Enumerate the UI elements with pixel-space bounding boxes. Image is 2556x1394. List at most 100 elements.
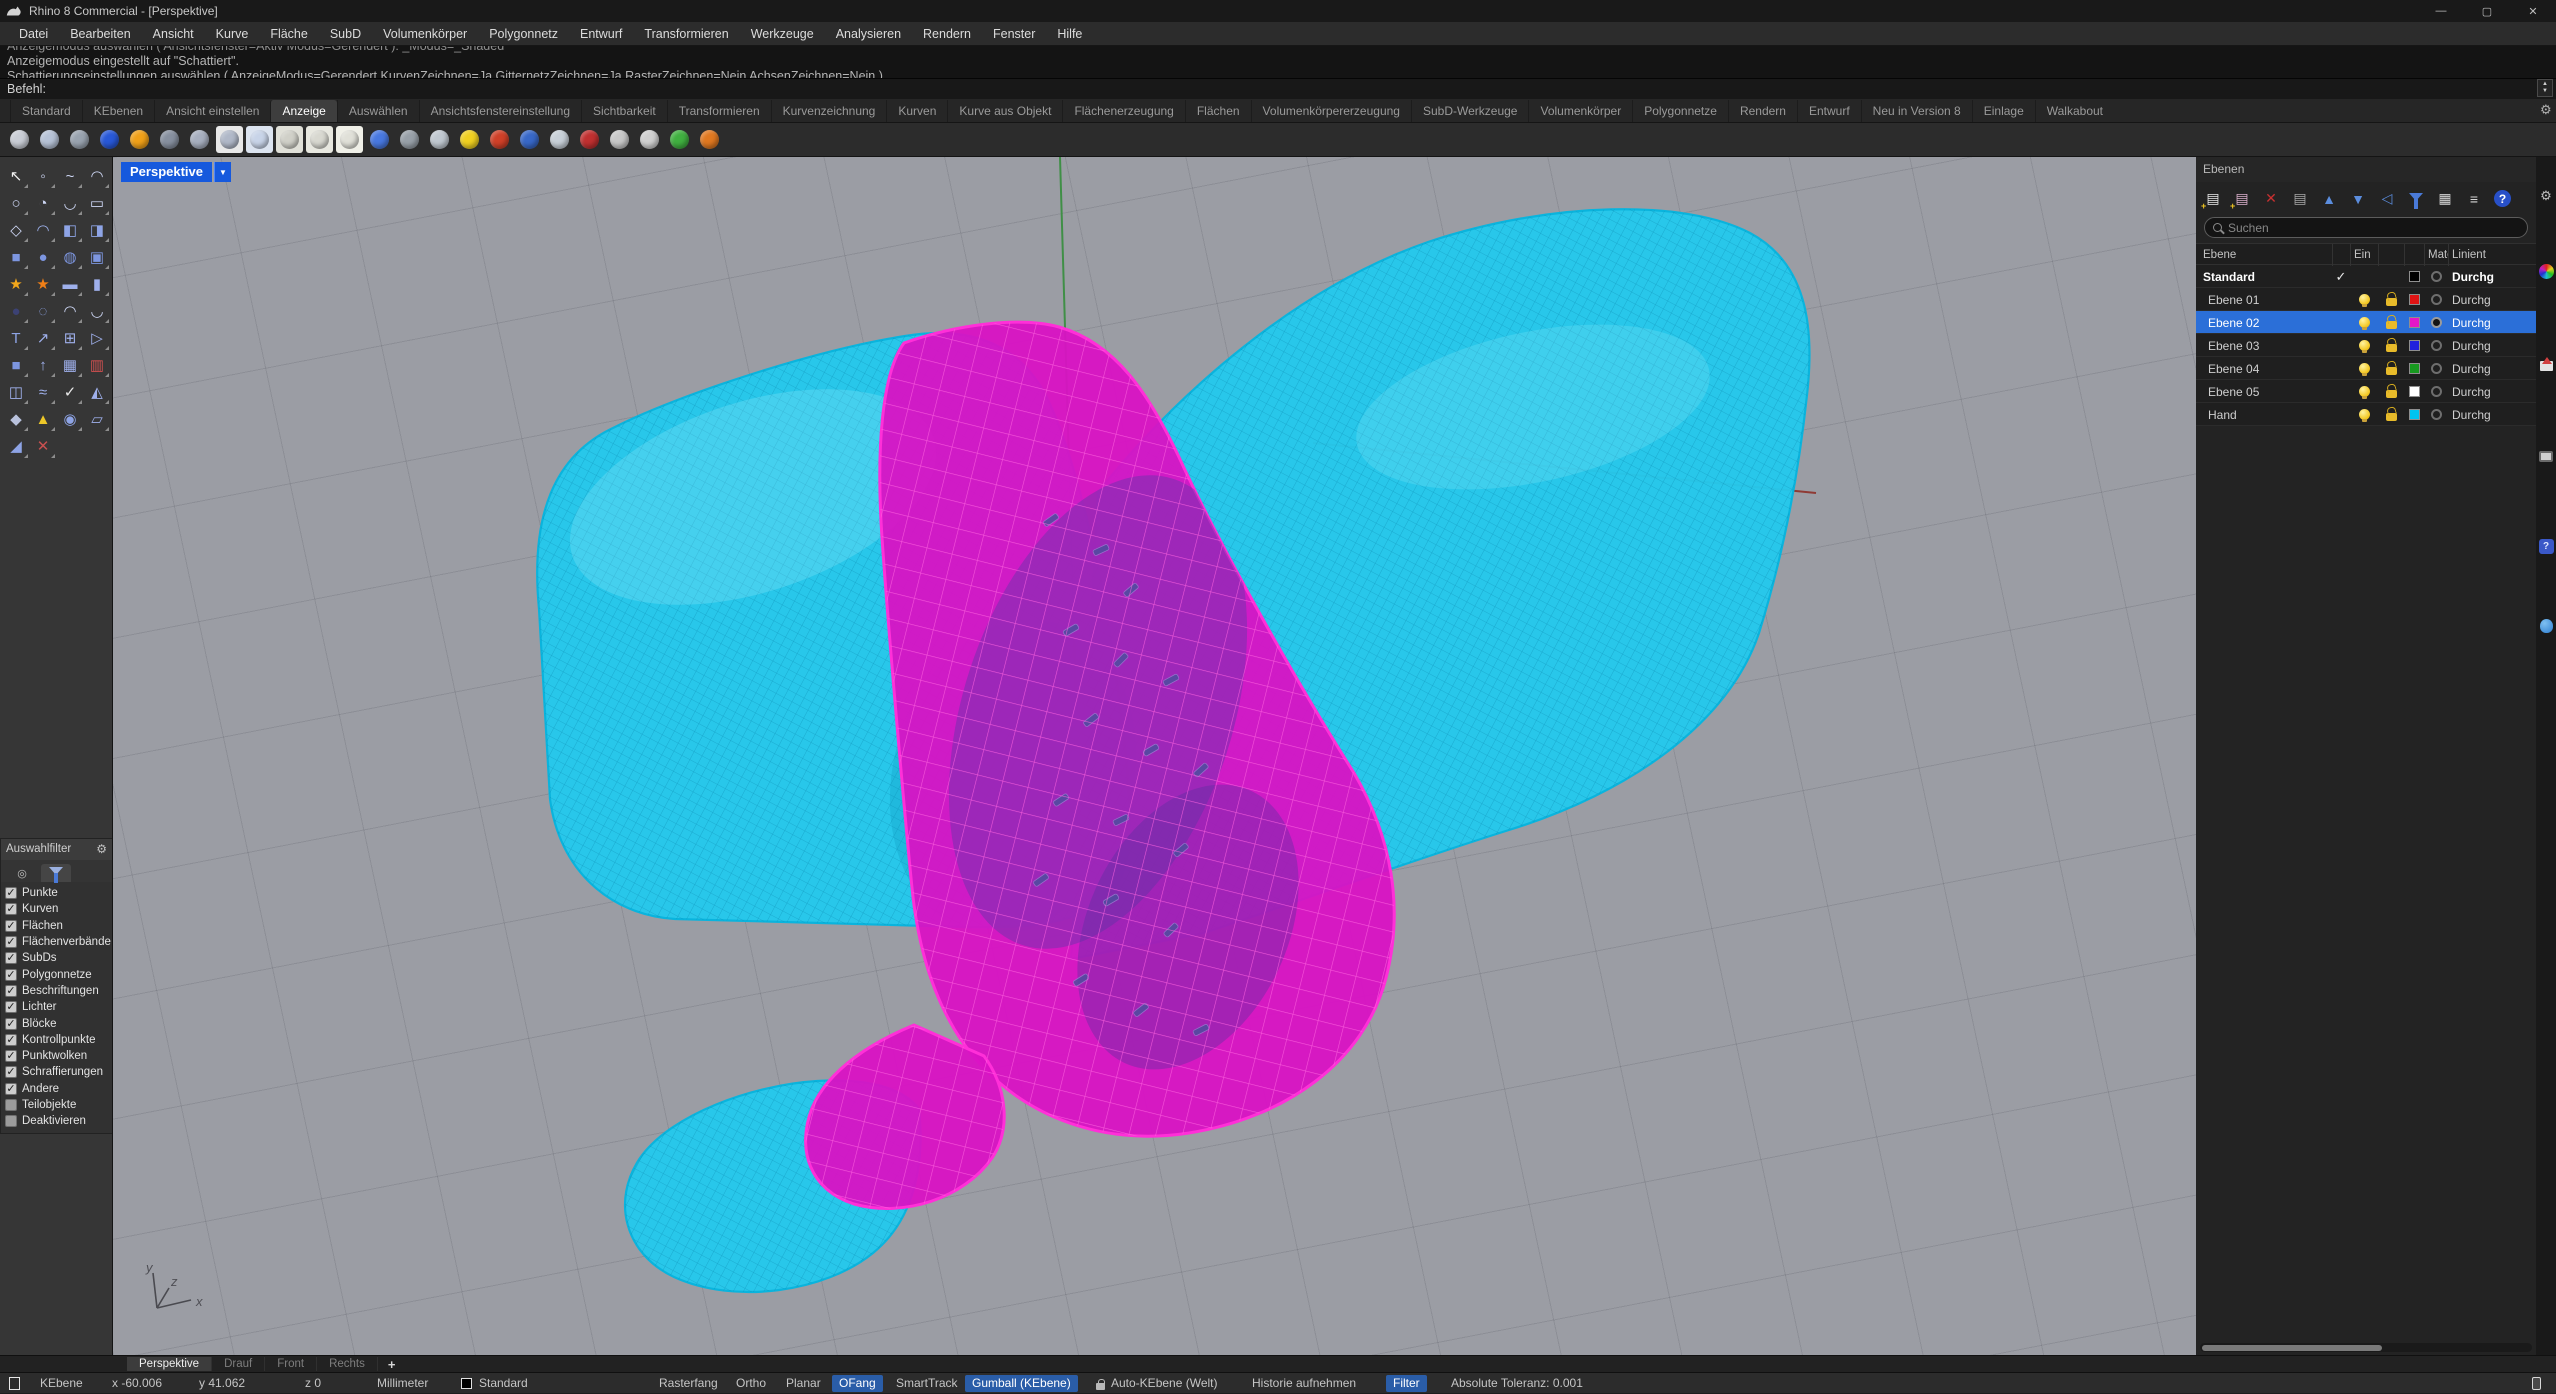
ghosted-mode-icon[interactable] <box>156 126 183 153</box>
toggle-smarttrack[interactable]: SmartTrack <box>896 1373 958 1394</box>
checkbox[interactable] <box>5 920 17 932</box>
filter-checkbox-row[interactable]: Punkte <box>5 885 112 901</box>
rebuild-icon[interactable]: ◠ <box>57 298 83 324</box>
extrude-icon[interactable]: ↑ <box>30 352 56 378</box>
command-prompt[interactable]: Befehl: <box>0 78 2556 99</box>
technical-mode-icon[interactable] <box>216 126 243 153</box>
viewport-title[interactable]: Perspektive <box>121 162 212 182</box>
materials-panel-tab-icon[interactable] <box>2537 617 2555 635</box>
point-icon[interactable]: ◦ <box>30 163 56 189</box>
display-panel-tab-icon[interactable] <box>2537 447 2555 465</box>
layer-color-swatch[interactable] <box>2409 271 2420 282</box>
surface-edit-icon[interactable]: ◨ <box>84 217 110 243</box>
move-up-icon[interactable]: ▲ <box>2318 188 2340 210</box>
toggle-rasterfang[interactable]: Rasterfang <box>659 1373 718 1394</box>
menu-item[interactable]: Volumenkörper <box>372 22 478 46</box>
filter-funnel-icon[interactable] <box>41 864 71 882</box>
filter-checkbox-row[interactable]: Flächen <box>5 918 112 934</box>
minimize-button[interactable]: — <box>2418 0 2464 22</box>
toolbar-tab[interactable]: Kurvenzeichnung <box>771 100 887 122</box>
checkbox[interactable] <box>5 903 17 915</box>
menu-item[interactable]: SubD <box>319 22 372 46</box>
material-icon[interactable] <box>2431 340 2442 351</box>
filter-checkbox-row[interactable]: Polygonnetze <box>5 966 112 982</box>
layer-color-swatch[interactable] <box>2409 386 2420 397</box>
layer-row[interactable]: Ebene 05 Durchg <box>2196 380 2536 403</box>
gem-icon[interactable]: ◆ <box>3 406 29 432</box>
viewport-tab[interactable]: Perspektive <box>127 1357 212 1371</box>
toolbar-tab[interactable]: Flächen <box>1185 100 1251 122</box>
curve-icon[interactable]: ~ <box>57 163 83 189</box>
material-icon[interactable] <box>2431 409 2442 420</box>
toolbar-tab[interactable]: Volumenkörpererzeugung <box>1251 100 1411 122</box>
filter-checkbox-row[interactable]: Punktwolken <box>5 1048 112 1064</box>
viewport-tab[interactable]: Front <box>265 1357 317 1371</box>
layer-color-swatch[interactable] <box>2409 340 2420 351</box>
menu-item[interactable]: Transformieren <box>633 22 739 46</box>
active-layer-swatch[interactable] <box>461 1378 472 1389</box>
checkbox[interactable] <box>5 1050 17 1062</box>
trim-icon[interactable]: ▬ <box>57 271 83 297</box>
layer-row[interactable]: Ebene 01 Durchg <box>2196 288 2536 311</box>
checkbox[interactable] <box>5 969 17 981</box>
layer-lock-icon[interactable] <box>2386 367 2397 375</box>
filter-layers-icon[interactable] <box>2405 188 2427 210</box>
filter-checkbox-row[interactable]: Teilobjekte <box>5 1097 112 1113</box>
duplicate-layer-icon[interactable]: ▤ <box>2289 188 2311 210</box>
cylinder-tool-icon[interactable]: ◍ <box>57 244 83 270</box>
layers-panel-tab-icon[interactable] <box>2537 357 2555 375</box>
model-canvas[interactable]: y x z <box>113 157 2196 1355</box>
toggle-ofang[interactable]: OFang <box>832 1375 883 1392</box>
menu-item[interactable]: Fenster <box>982 22 1046 46</box>
toolbar-tab[interactable]: Ansichtsfenstereinstellung <box>419 100 581 122</box>
layer-on-bulb-icon[interactable] <box>2359 386 2370 397</box>
scrollbar-thumb[interactable] <box>2202 1345 2382 1351</box>
layer-color-swatch[interactable] <box>2409 294 2420 305</box>
select-icon[interactable]: ↖ <box>3 163 29 189</box>
grid-array-icon[interactable]: ▦ <box>57 352 83 378</box>
boolean-icon[interactable]: ▣ <box>84 244 110 270</box>
circle-icon[interactable]: ○ <box>3 190 29 216</box>
filter-checkbox-row[interactable]: Kurven <box>5 901 112 917</box>
checkbox[interactable] <box>5 887 17 899</box>
box-2-icon[interactable]: ■ <box>3 352 29 378</box>
toggle-ortho[interactable]: Ortho <box>736 1373 766 1394</box>
menu-item[interactable]: Datei <box>8 22 59 46</box>
toolbar-tab[interactable]: Neu in Version 8 <box>1861 100 1972 122</box>
material-icon[interactable] <box>2431 386 2442 397</box>
column-material[interactable]: Material <box>2424 244 2448 266</box>
rendered-mode-icon[interactable] <box>96 126 123 153</box>
panel-horizontal-scrollbar[interactable] <box>2200 1343 2532 1352</box>
layer-color-swatch[interactable] <box>2409 317 2420 328</box>
layer-lock-icon[interactable] <box>2386 321 2397 329</box>
perspective-viewport[interactable]: Perspektive ▼ <box>113 157 2196 1355</box>
linear-array-icon[interactable]: ▥ <box>84 352 110 378</box>
checkbox[interactable] <box>5 952 17 964</box>
material-icon[interactable] <box>2431 294 2442 305</box>
restore-button[interactable]: ▢ <box>2464 0 2510 22</box>
layer-on-bulb-icon[interactable] <box>2359 294 2370 305</box>
layer-lock-icon[interactable] <box>2386 298 2397 306</box>
toolbar-tab[interactable]: Walkabout <box>2035 100 2114 122</box>
menu-item[interactable]: Entwurf <box>569 22 633 46</box>
layer-row-selected[interactable]: Ebene 02 Durchg <box>2196 311 2536 334</box>
delete-mode-icon[interactable] <box>576 126 603 153</box>
checkbox[interactable] <box>5 1083 17 1095</box>
column-name[interactable]: Ebene <box>2196 244 2332 266</box>
selection-filter-gear-icon[interactable]: ⚙ <box>96 839 107 860</box>
menu-item[interactable]: Ansicht <box>142 22 205 46</box>
toolbar-tab[interactable]: Standard <box>10 100 82 122</box>
sphere-tool-icon[interactable]: ● <box>30 244 56 270</box>
viewport-menu-arrow-icon[interactable]: ▼ <box>214 162 231 182</box>
layer-row[interactable]: Ebene 03 Durchg <box>2196 334 2536 357</box>
spinner-down-icon[interactable]: ▼ <box>2542 88 2548 95</box>
menu-item[interactable]: Polygonnetz <box>478 22 569 46</box>
filter-checkbox-row[interactable]: Beschriftungen <box>5 983 112 999</box>
fillet-icon[interactable]: ◠ <box>30 217 56 243</box>
checkbox[interactable] <box>5 1001 17 1013</box>
array-icon[interactable]: ⊞ <box>57 325 83 351</box>
polygon-icon[interactable]: ◇ <box>3 217 29 243</box>
shaded-gray-mode-icon[interactable] <box>66 126 93 153</box>
menu-item[interactable]: Werkzeuge <box>740 22 825 46</box>
toolbar-tab[interactable]: SubD-Werkzeuge <box>1411 100 1529 122</box>
